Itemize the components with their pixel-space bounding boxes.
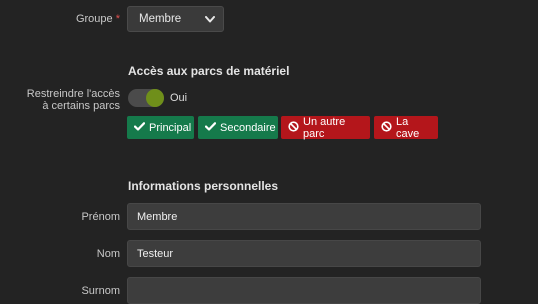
toggle-knob [146,89,164,107]
personal-section-title: Informations personnelles [128,179,279,193]
required-mark: * [115,13,120,25]
parc-button-label: Un autre parc [303,115,346,140]
restrict-label: Restreindre l'accès à certains parcs [0,88,120,112]
toggle-state-text: Oui [170,92,188,104]
prenom-label: Prénom [81,211,120,223]
parc-button-la-cave[interactable]: La cave [374,115,438,140]
ban-icon [381,120,392,135]
check-icon [204,121,217,134]
check-icon [133,121,146,134]
ban-icon [288,120,299,135]
groupe-label: Groupe * [0,13,120,25]
surnom-label: Surnom [81,285,120,297]
prenom-value: Membre [137,210,178,223]
groupe-label-text: Groupe [75,13,113,25]
parc-button-principal[interactable]: Principal [127,116,194,139]
nom-value: Testeur [137,247,174,260]
nom-field[interactable]: Testeur [127,240,481,267]
nom-label: Nom [96,248,120,260]
parc-button-label: Secondaire [220,121,276,134]
parcs-section-title: Accès aux parcs de matériel [128,64,290,78]
parc-button-secondaire[interactable]: Secondaire [198,116,278,139]
groupe-select-value: Membre [139,13,182,25]
chevron-down-icon [205,14,215,24]
parc-button-label: La cave [396,115,420,140]
restrict-label-line2: à certains parcs [42,100,120,112]
prenom-field[interactable]: Membre [127,203,481,230]
parc-button-label: Principal [149,121,192,134]
groupe-select[interactable]: Membre [127,6,224,32]
parc-button-un-autre-parc[interactable]: Un autre parc [281,115,370,140]
surnom-field[interactable] [127,277,481,304]
restrict-toggle[interactable] [128,89,164,107]
restrict-label-line1: Restreindre l'accès [26,88,120,100]
